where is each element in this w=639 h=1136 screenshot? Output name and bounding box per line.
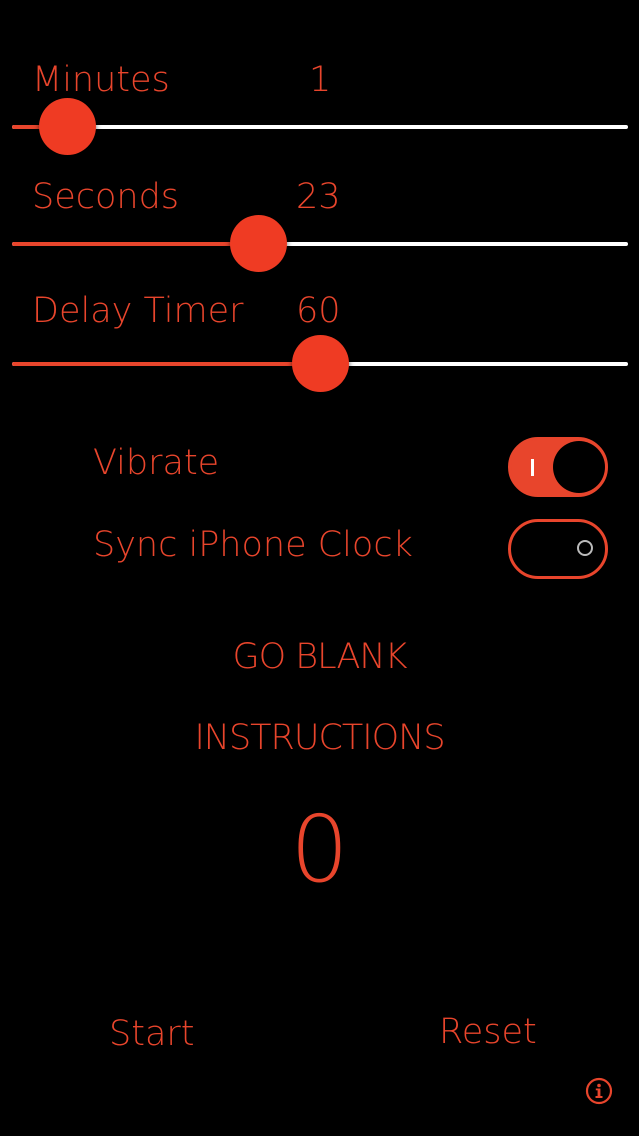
vibrate-toggle[interactable] xyxy=(508,437,608,497)
vibrate-toggle-knob xyxy=(553,441,605,493)
instructions-button[interactable]: INSTRUCTIONS xyxy=(0,718,639,758)
delay-timer-slider-thumb[interactable] xyxy=(292,335,349,392)
start-button[interactable]: Start xyxy=(109,1014,195,1054)
seconds-label: Seconds xyxy=(32,177,180,217)
go-blank-button[interactable]: GO BLANK xyxy=(0,637,639,677)
sync-iphone-clock-toggle[interactable] xyxy=(508,519,608,579)
minutes-label: Minutes xyxy=(32,60,170,100)
delay-timer-label: Delay Timer xyxy=(32,291,244,331)
minutes-value: 1 xyxy=(309,60,332,100)
minutes-slider-thumb[interactable] xyxy=(39,98,96,155)
toggle-on-mark-icon xyxy=(531,459,534,476)
seconds-slider-fill xyxy=(12,242,258,246)
seconds-slider-thumb[interactable] xyxy=(230,215,287,272)
delay-timer-value: 60 xyxy=(296,291,341,331)
seconds-slider[interactable] xyxy=(12,214,628,274)
seconds-value: 23 xyxy=(296,177,341,217)
minutes-slider[interactable] xyxy=(12,97,628,157)
delay-timer-slider[interactable] xyxy=(12,334,628,394)
reset-button[interactable]: Reset xyxy=(439,1012,537,1052)
vibrate-label: Vibrate xyxy=(93,443,220,483)
info-icon[interactable] xyxy=(585,1077,613,1105)
delay-timer-slider-fill xyxy=(12,362,320,366)
minutes-slider-track xyxy=(12,125,628,129)
sync-iphone-clock-label: Sync iPhone Clock xyxy=(93,525,413,565)
toggle-off-mark-icon xyxy=(577,540,593,556)
countdown-display: 0 xyxy=(290,796,349,903)
